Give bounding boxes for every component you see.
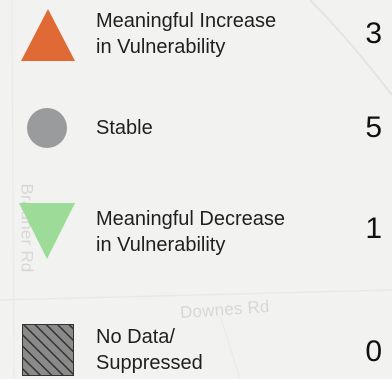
circle-icon bbox=[27, 108, 67, 148]
legend-item-label: No Data/ Suppressed bbox=[96, 326, 203, 374]
hatched-square-icon bbox=[22, 324, 74, 376]
legend-item-label: Stable bbox=[96, 117, 153, 139]
legend-item-label: Meaningful Decrease in Vulnerability bbox=[96, 208, 285, 256]
legend-item-count: 1 bbox=[365, 212, 382, 245]
legend-item-increase: Meaningful Increase in Vulnerability 3 bbox=[0, 0, 392, 80]
legend-item-stable: Stable 5 bbox=[0, 100, 392, 160]
legend-item-count: 0 bbox=[365, 335, 382, 368]
triangle-up-icon bbox=[21, 9, 75, 61]
triangle-down-icon bbox=[19, 203, 75, 259]
legend-item-count: 5 bbox=[365, 111, 382, 144]
legend-item-decrease: Meaningful Decrease in Vulnerability 1 bbox=[0, 195, 392, 275]
legend-item-label: Meaningful Increase in Vulnerability bbox=[96, 10, 277, 58]
legend-item-count: 3 bbox=[365, 17, 382, 50]
legend-item-no-data: No Data/ Suppressed 0 bbox=[0, 318, 392, 379]
